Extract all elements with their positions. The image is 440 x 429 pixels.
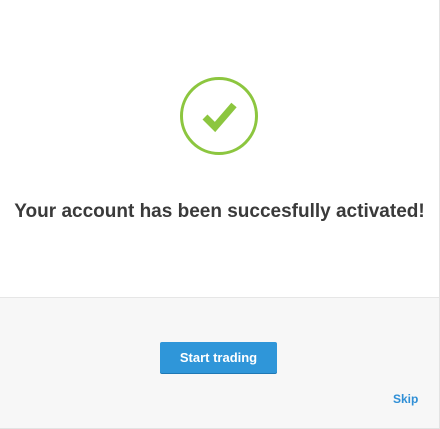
activation-dialog: Your account has been succesfully activa… xyxy=(0,0,440,429)
skip-link[interactable]: Skip xyxy=(393,392,418,406)
dialog-body: Your account has been succesfully activa… xyxy=(0,0,439,298)
checkmark-circle-icon xyxy=(180,77,258,155)
checkmark-icon xyxy=(202,102,237,133)
start-trading-button[interactable]: Start trading xyxy=(160,342,277,373)
activation-title: Your account has been succesfully activa… xyxy=(14,201,425,222)
